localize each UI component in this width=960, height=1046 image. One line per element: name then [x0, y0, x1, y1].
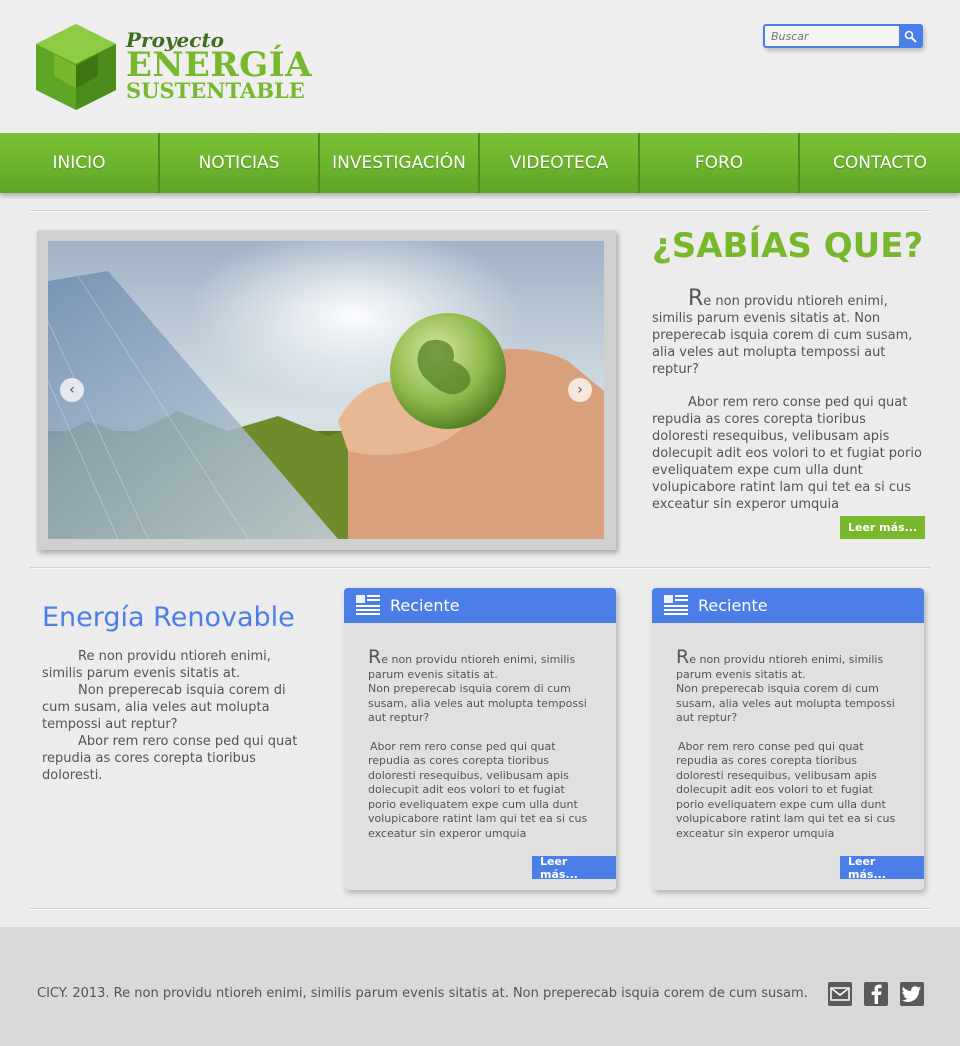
main-nav: INICIO NOTICIAS INVESTIGACIÓN VIDEOTECA … — [0, 133, 960, 193]
dropcap: R — [676, 646, 690, 668]
divider — [30, 908, 930, 910]
renovable-p1: Re non providu ntioreh enimi, similis pa… — [42, 649, 271, 681]
facebook-icon — [871, 984, 882, 1004]
logo-text-sustentable: SUSTENTABLE — [126, 78, 305, 103]
renovable-text: Re non providu ntioreh enimi, similis pa… — [42, 648, 308, 784]
card-line-2: Non preperecab isquia corem di cum susam… — [368, 682, 587, 724]
card-line-3: Abor rem rero conse ped qui quat repudia… — [368, 739, 588, 840]
recent-card: Reciente Re non providu ntioreh enimi, s… — [344, 588, 616, 890]
divider — [30, 567, 930, 569]
twitter-icon — [902, 986, 921, 1002]
card-line-2: Non preperecab isquia corem di cum susam… — [676, 682, 895, 724]
recent-card-text: Re non providu ntioreh enimi, similis pa… — [368, 648, 590, 841]
globe-hands-image — [48, 241, 604, 539]
recent-card-title: Reciente — [698, 596, 768, 615]
nav-item-inicio[interactable]: INICIO — [0, 133, 160, 193]
recent-card-read-more-button[interactable]: Leer más... — [532, 855, 616, 881]
recent-card-header: Reciente — [652, 588, 924, 623]
nav-item-investigacion[interactable]: INVESTIGACIÓN — [320, 133, 480, 193]
news-icon — [356, 594, 380, 615]
facebook-link[interactable] — [864, 982, 888, 1006]
dropcap: R — [688, 286, 704, 311]
nav-item-foro[interactable]: FORO — [640, 133, 800, 193]
footer: CICY. 2013. Re non providu ntioreh enimi… — [0, 927, 960, 1046]
mail-link[interactable] — [828, 982, 852, 1006]
search-input[interactable] — [765, 26, 901, 46]
recent-card-read-more-button[interactable]: Leer más... — [840, 855, 924, 881]
slider-prev-button[interactable]: ‹ — [60, 378, 84, 402]
twitter-link[interactable] — [900, 982, 924, 1006]
divider — [30, 210, 930, 212]
footer-text: CICY. 2013. Re non providu ntioreh enimi… — [37, 986, 808, 1001]
card-l1-text: e non providu ntioreh enimi, similis par… — [676, 653, 884, 681]
recent-card-header: Reciente — [344, 588, 616, 623]
sabias-text: Re non providu ntioreh enimi, similis pa… — [652, 288, 922, 529]
nav-item-videoteca[interactable]: VIDEOTECA — [480, 133, 640, 193]
news-icon — [664, 594, 688, 615]
search-button[interactable] — [899, 26, 921, 46]
renovable-p3: Abor rem rero conse ped qui quat repudia… — [42, 734, 298, 783]
card-line-1: Re non providu ntioreh enimi, similis pa… — [368, 648, 590, 682]
nav-item-contacto[interactable]: CONTACTO — [800, 133, 960, 193]
logo-cube-icon — [36, 24, 116, 110]
card-line-1: Re non providu ntioreh enimi, similis pa… — [676, 648, 898, 682]
renovable-p2: Non preperecab isquia corem di cum susam… — [42, 683, 286, 732]
renovable-title: Energía Renovable — [42, 602, 295, 633]
sabias-paragraph-2: Abor rem rero conse ped qui quat repudia… — [652, 395, 922, 512]
recent-card-title: Reciente — [390, 596, 460, 615]
dropcap: R — [368, 646, 382, 668]
sabias-title: ¿SABÍAS QUE? — [652, 226, 924, 266]
sabias-paragraph-1: Re non providu ntioreh enimi, similis pa… — [652, 288, 922, 378]
image-slider: ‹ › — [37, 230, 616, 550]
recent-card: Reciente Re non providu ntioreh enimi, s… — [652, 588, 924, 890]
header: Proyecto ENERGÍA SUSTENTABLE — [0, 0, 960, 133]
card-line-3: Abor rem rero conse ped qui quat repudia… — [676, 739, 896, 840]
sabias-read-more-button[interactable]: Leer más... — [840, 516, 926, 539]
recent-card-text: Re non providu ntioreh enimi, similis pa… — [676, 648, 898, 841]
nav-item-noticias[interactable]: NOTICIAS — [160, 133, 320, 193]
slider-next-button[interactable]: › — [568, 378, 592, 402]
card-l1-text: e non providu ntioreh enimi, similis par… — [368, 653, 576, 681]
search-icon — [904, 30, 917, 43]
chevron-left-icon: ‹ — [69, 382, 75, 398]
search-box — [763, 24, 923, 48]
mail-icon — [830, 987, 850, 1001]
chevron-right-icon: › — [577, 382, 583, 398]
slide-image — [48, 241, 604, 539]
